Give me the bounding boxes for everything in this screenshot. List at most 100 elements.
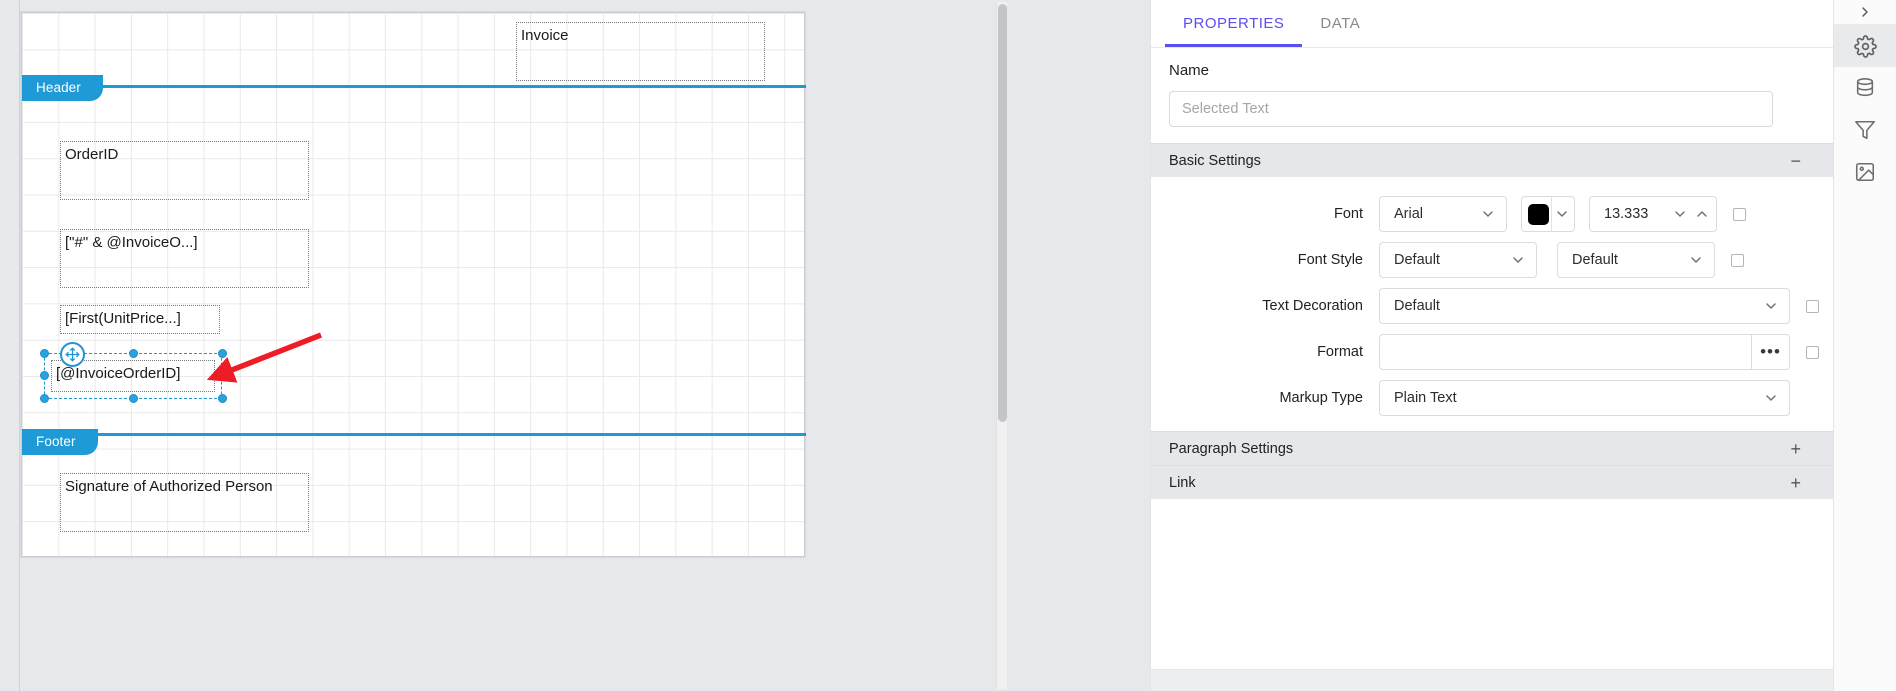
- footer-section-band: [22, 433, 806, 436]
- stepper-buttons[interactable]: [1672, 206, 1710, 222]
- font-family-value: Arial: [1394, 206, 1424, 222]
- header-section-label: Header: [36, 80, 81, 95]
- name-field-label: Name: [1169, 62, 1210, 79]
- label-markup-type: Markup Type: [1279, 390, 1363, 406]
- text-decoration-value: Default: [1394, 298, 1440, 314]
- rail-expand-button[interactable]: [1833, 0, 1896, 25]
- row-format: Format •••: [1151, 329, 1833, 375]
- label-text-decoration: Text Decoration: [1262, 298, 1363, 314]
- report-item-orderid[interactable]: OrderID: [60, 141, 309, 200]
- panel-tab-bar: PROPERTIES DATA: [1151, 0, 1833, 48]
- header-section-band: [22, 85, 806, 88]
- resize-handle-ne[interactable]: [218, 349, 227, 358]
- tab-data[interactable]: DATA: [1302, 0, 1378, 47]
- resize-handle-e[interactable]: [218, 371, 227, 380]
- tab-properties[interactable]: PROPERTIES: [1165, 0, 1303, 47]
- move-icon: [65, 347, 80, 362]
- row-markup-type: Markup Type Plain Text: [1151, 375, 1833, 421]
- scrollbar-thumb[interactable]: [998, 4, 1007, 422]
- resize-handle-se[interactable]: [218, 394, 227, 403]
- resize-handle-s[interactable]: [129, 394, 138, 403]
- panel-footer-strip: [1151, 669, 1833, 691]
- chevron-down-icon: [1557, 211, 1567, 217]
- move-handle[interactable]: [60, 342, 85, 367]
- panel-empty-space: [1151, 499, 1833, 669]
- report-designer-window: Invoice Header OrderID ["#" & @InvoiceO.…: [0, 0, 1896, 691]
- font-size-stepper[interactable]: 13.333: [1589, 196, 1717, 232]
- label-font: Font: [1333, 206, 1363, 222]
- report-item-signature[interactable]: Signature of Authorized Person: [60, 473, 309, 532]
- section-title-paragraph-settings: Paragraph Settings: [1169, 440, 1294, 457]
- text-decoration-expression-checkbox[interactable]: [1806, 299, 1819, 313]
- report-item-label: [First(UnitPrice...]: [65, 310, 181, 327]
- chevron-down-icon: [1766, 303, 1776, 309]
- resize-handle-n[interactable]: [129, 349, 138, 358]
- rail-item-image-settings[interactable]: [1834, 151, 1896, 193]
- chevron-down-icon[interactable]: [1672, 206, 1688, 222]
- rail-item-data[interactable]: [1834, 67, 1896, 109]
- resize-handle-nw[interactable]: [40, 349, 49, 358]
- font-weight-dropdown[interactable]: Default: [1557, 242, 1715, 278]
- expand-toggle-icon[interactable]: +: [1790, 440, 1801, 458]
- chevron-up-icon[interactable]: [1694, 206, 1710, 222]
- report-item-label: Signature of Authorized Person: [65, 478, 273, 495]
- resize-handle-w[interactable]: [40, 371, 49, 380]
- rail-item-properties[interactable]: [1833, 25, 1896, 67]
- font-expression-checkbox[interactable]: [1733, 207, 1746, 221]
- markup-type-dropdown[interactable]: Plain Text: [1379, 380, 1790, 416]
- format-more-button[interactable]: •••: [1752, 334, 1790, 370]
- tab-data-label: DATA: [1320, 15, 1361, 32]
- report-item-invoice-title[interactable]: Invoice: [516, 22, 765, 81]
- chevron-down-icon: [1513, 257, 1523, 263]
- row-text-decoration: Text Decoration Default: [1151, 283, 1833, 329]
- expand-toggle-icon[interactable]: +: [1790, 474, 1801, 492]
- section-header-paragraph-settings[interactable]: Paragraph Settings +: [1151, 431, 1833, 465]
- resize-handle-sw[interactable]: [40, 394, 49, 403]
- gear-icon: [1853, 34, 1877, 58]
- filter-icon: [1855, 120, 1875, 140]
- chevron-down-icon: [1766, 395, 1776, 401]
- font-style-expression-checkbox[interactable]: [1731, 253, 1744, 267]
- report-item-label: Invoice: [521, 27, 569, 44]
- name-field-block: Name: [1151, 48, 1833, 143]
- right-icon-rail: [1833, 0, 1896, 691]
- canvas-left-gutter: [0, 0, 20, 691]
- divider: [1551, 197, 1552, 231]
- section-header-link[interactable]: Link +: [1151, 465, 1833, 499]
- row-font: Font Arial 13.333: [1151, 191, 1833, 237]
- font-size-value: 13.333: [1604, 206, 1649, 222]
- report-design-canvas[interactable]: Invoice Header OrderID ["#" & @InvoiceO.…: [0, 0, 1150, 691]
- font-style-dropdown[interactable]: Default: [1379, 242, 1537, 278]
- section-body-basic-settings: Font Arial 13.333 Font Style Default Def…: [1151, 177, 1833, 431]
- section-title-link: Link: [1169, 474, 1196, 491]
- image-settings-icon: [1855, 162, 1875, 182]
- font-color-picker[interactable]: [1521, 196, 1575, 232]
- font-color-swatch: [1528, 203, 1549, 225]
- name-input[interactable]: [1169, 91, 1773, 127]
- database-icon: [1856, 78, 1874, 97]
- report-item-label: ["#" & @InvoiceO...]: [65, 234, 198, 251]
- section-header-basic-settings[interactable]: Basic Settings −: [1151, 143, 1833, 177]
- label-format: Format: [1317, 344, 1363, 360]
- properties-panel: PROPERTIES DATA Name Basic Settings − Fo…: [1150, 0, 1833, 691]
- collapse-toggle-icon[interactable]: −: [1790, 152, 1801, 170]
- chevron-down-icon: [1691, 257, 1701, 263]
- report-item-invoice-number-expression[interactable]: ["#" & @InvoiceO...]: [60, 229, 309, 288]
- rail-item-filter[interactable]: [1834, 109, 1896, 151]
- markup-type-value: Plain Text: [1394, 390, 1457, 406]
- format-expression-checkbox[interactable]: [1806, 345, 1819, 359]
- format-more-label: •••: [1760, 342, 1781, 361]
- report-item-label: [@InvoiceOrderID]: [56, 365, 181, 382]
- text-decoration-dropdown[interactable]: Default: [1379, 288, 1790, 324]
- tab-properties-label: PROPERTIES: [1183, 15, 1285, 32]
- chevron-right-icon: [1862, 7, 1868, 17]
- canvas-vertical-scrollbar[interactable]: [996, 2, 1007, 689]
- report-design-surface[interactable]: Invoice Header OrderID ["#" & @InvoiceO.…: [21, 12, 806, 557]
- footer-section-tab[interactable]: Footer: [22, 429, 98, 455]
- report-item-unitprice-expression[interactable]: [First(UnitPrice...]: [60, 305, 220, 334]
- chevron-down-icon: [1483, 211, 1493, 217]
- format-input[interactable]: [1379, 334, 1752, 370]
- header-section-tab[interactable]: Header: [22, 75, 103, 101]
- font-family-dropdown[interactable]: Arial: [1379, 196, 1507, 232]
- label-font-style: Font Style: [1297, 252, 1363, 268]
